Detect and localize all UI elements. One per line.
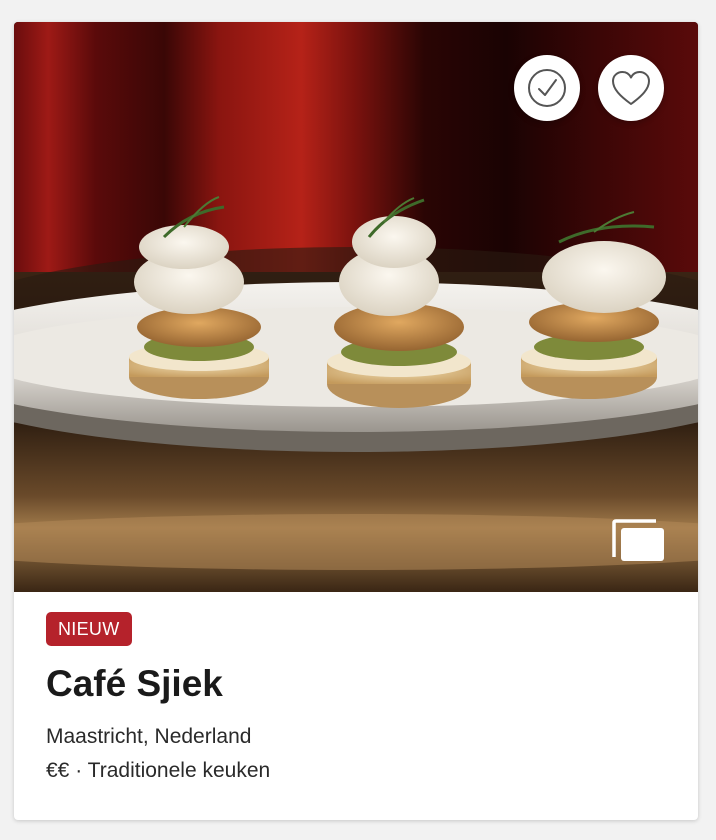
restaurant-location: Maastricht, Nederland bbox=[46, 725, 252, 748]
restaurant-name[interactable]: Café Sjiek bbox=[46, 662, 666, 706]
heart-icon bbox=[612, 71, 650, 105]
restaurant-photo[interactable] bbox=[14, 22, 698, 592]
gallery-icon[interactable] bbox=[612, 519, 666, 563]
food-photo bbox=[14, 22, 698, 592]
visited-button[interactable] bbox=[514, 55, 580, 121]
new-badge: NIEUW bbox=[46, 612, 132, 646]
cuisine-type: Traditionele keuken bbox=[87, 759, 271, 782]
restaurant-meta: €€ · Traditionele keuken bbox=[46, 758, 666, 784]
check-circle-icon bbox=[528, 69, 566, 107]
price-range: €€ bbox=[46, 759, 70, 782]
favorite-button[interactable] bbox=[598, 55, 664, 121]
card-info: NIEUW Café Sjiek Maastricht, Nederland €… bbox=[46, 612, 666, 784]
meta-separator: · bbox=[75, 759, 83, 782]
restaurant-card[interactable]: NIEUW Café Sjiek Maastricht, Nederland €… bbox=[14, 22, 698, 820]
